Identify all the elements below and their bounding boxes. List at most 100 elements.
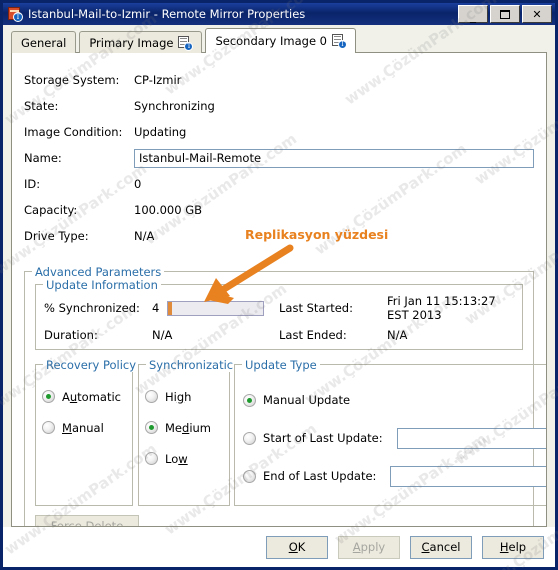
image-condition-value: Updating: [134, 125, 187, 139]
last-ended-value: N/A: [387, 328, 408, 342]
drive-type-label: Drive Type:: [24, 229, 89, 243]
close-icon: ✕: [532, 7, 542, 21]
radio-update-start-label: Start of Last Update:: [263, 431, 383, 445]
percent-synchronized-label: % Synchronized:: [44, 301, 140, 315]
percent-synchronized-value: 4: [152, 301, 160, 315]
detail-row-capacity: Capacity: 100.000 GB: [24, 197, 534, 223]
maximize-button[interactable]: [490, 5, 520, 23]
image-condition-label: Image Condition:: [24, 125, 123, 139]
duration-label: Duration:: [44, 328, 98, 342]
radio-icon: [243, 431, 256, 445]
end-of-last-update-input[interactable]: [390, 465, 546, 487]
tab-primary-image-label: Primary Image: [89, 35, 174, 50]
apply-button[interactable]: Apply: [338, 535, 400, 559]
detail-row-image-condition: Image Condition: Updating: [24, 119, 534, 145]
remote-mirror-icon: T: [7, 6, 23, 22]
radio-update-end-of-last[interactable]: End of Last Update:: [243, 457, 546, 495]
maximize-icon: [491, 6, 519, 22]
tab-general-label: General: [21, 35, 67, 50]
close-button[interactable]: ✕: [522, 5, 552, 23]
minimize-button[interactable]: _: [458, 5, 488, 23]
radio-priority-high-label: High: [165, 389, 192, 404]
radio-icon: [42, 390, 55, 403]
force-delete-button[interactable]: Force Delete: [35, 515, 139, 527]
properties-window: T Istanbul-Mail-to-Izmir - Remote Mirror…: [0, 0, 558, 570]
radio-icon: [145, 452, 158, 465]
update-type-group: Update Type Manual Update Start of Last …: [234, 358, 546, 506]
synchronization-priority-legend: Synchronizatic: [146, 358, 237, 372]
radio-priority-high[interactable]: High: [145, 381, 223, 412]
tab-primary-image[interactable]: Primary Image T: [79, 31, 203, 53]
update-type-legend: Update Type: [242, 358, 320, 372]
last-started-value: Fri Jan 11 15:13:27 EST 2013: [387, 294, 496, 322]
help-button-label: Help: [499, 540, 527, 554]
tab-bar: General Primary Image T Secondary Image …: [3, 25, 555, 53]
ok-button[interactable]: OK: [266, 535, 328, 559]
update-information-legend: Update Information: [43, 278, 161, 292]
capacity-value: 100.000 GB: [134, 203, 203, 217]
window-title: Istanbul-Mail-to-Izmir - Remote Mirror P…: [28, 7, 306, 21]
radio-update-manual-label: Manual Update: [263, 393, 351, 407]
radio-recovery-automatic[interactable]: Automatic: [42, 381, 126, 412]
capacity-label: Capacity:: [24, 203, 78, 217]
radio-recovery-manual-label: Manual: [62, 420, 104, 435]
advanced-parameters-legend: Advanced Parameters: [32, 265, 165, 279]
storage-system-value: CP-Izmir: [134, 73, 182, 87]
radio-update-manual[interactable]: Manual Update: [243, 381, 546, 419]
ok-button-label: OK: [288, 540, 306, 554]
window-titlebar: T Istanbul-Mail-to-Izmir - Remote Mirror…: [3, 3, 555, 25]
detail-row-name: Name:: [24, 145, 534, 171]
update-information-group: Update Information % Synchronized: 4 Las…: [35, 278, 523, 350]
force-delete-label: Force Delete: [50, 518, 124, 527]
dialog-button-bar: OK Apply Cancel Help: [3, 527, 555, 567]
radio-priority-low-label: Low: [165, 451, 188, 466]
radio-recovery-manual[interactable]: Manual: [42, 412, 126, 443]
apply-button-label: Apply: [352, 540, 386, 554]
sync-progress-bar: [167, 300, 265, 316]
minimize-icon: _: [470, 9, 476, 23]
radio-priority-medium-label: Medium: [165, 420, 211, 435]
last-ended-label: Last Ended:: [279, 328, 347, 342]
id-value: 0: [134, 177, 142, 191]
radio-icon: [145, 390, 158, 403]
policy-groups-row: Recovery Policy Automatic Manual Synchro…: [35, 358, 546, 506]
image-icon: T: [178, 35, 194, 51]
radio-update-end-label: End of Last Update:: [263, 469, 377, 483]
tab-content-panel: Storage System: CP-Izmir State: Synchron…: [11, 52, 547, 527]
title-icon-badge: T: [13, 12, 23, 22]
storage-system-label: Storage System:: [24, 73, 120, 87]
tab-secondary-image-0-label: Secondary Image 0: [215, 34, 327, 48]
cancel-button[interactable]: Cancel: [410, 535, 472, 559]
tab-general[interactable]: General: [11, 31, 77, 53]
radio-icon: [243, 393, 256, 407]
state-label: State:: [24, 99, 59, 113]
radio-update-start-of-last[interactable]: Start of Last Update:: [243, 419, 546, 457]
name-label: Name:: [24, 151, 62, 165]
sync-progress-fill: [168, 301, 173, 315]
detail-row-state: State: Synchronizing: [24, 93, 534, 119]
last-started-label: Last Started:: [279, 301, 353, 315]
image-icon: T: [332, 34, 347, 49]
recovery-policy-legend: Recovery Policy: [43, 358, 140, 372]
help-button[interactable]: Help: [482, 535, 544, 559]
id-label: ID:: [24, 177, 41, 191]
window-controls: _ ✕: [458, 5, 553, 23]
start-of-last-update-input[interactable]: [396, 427, 546, 449]
radio-recovery-automatic-label: Automatic: [62, 389, 121, 404]
recovery-policy-group: Recovery Policy Automatic Manual: [35, 358, 140, 506]
radio-icon: [243, 469, 256, 483]
detail-row-id: ID: 0: [24, 171, 534, 197]
radio-priority-low[interactable]: Low: [145, 443, 223, 474]
drive-type-value: N/A: [134, 229, 155, 243]
screenshot-root: T Istanbul-Mail-to-Izmir - Remote Mirror…: [0, 0, 558, 570]
duration-value: N/A: [152, 328, 173, 342]
radio-priority-medium[interactable]: Medium: [145, 412, 223, 443]
radio-icon: [145, 421, 158, 434]
state-value: Synchronizing: [134, 99, 215, 113]
synchronization-priority-group: Synchronizatic High Medium Low: [138, 358, 237, 506]
tab-secondary-image-0[interactable]: Secondary Image 0 T: [205, 28, 356, 53]
cancel-button-label: Cancel: [421, 540, 461, 554]
name-input[interactable]: [134, 148, 534, 168]
detail-row-storage-system: Storage System: CP-Izmir: [24, 67, 534, 93]
detail-row-drive-type: Drive Type: N/A: [24, 223, 534, 249]
